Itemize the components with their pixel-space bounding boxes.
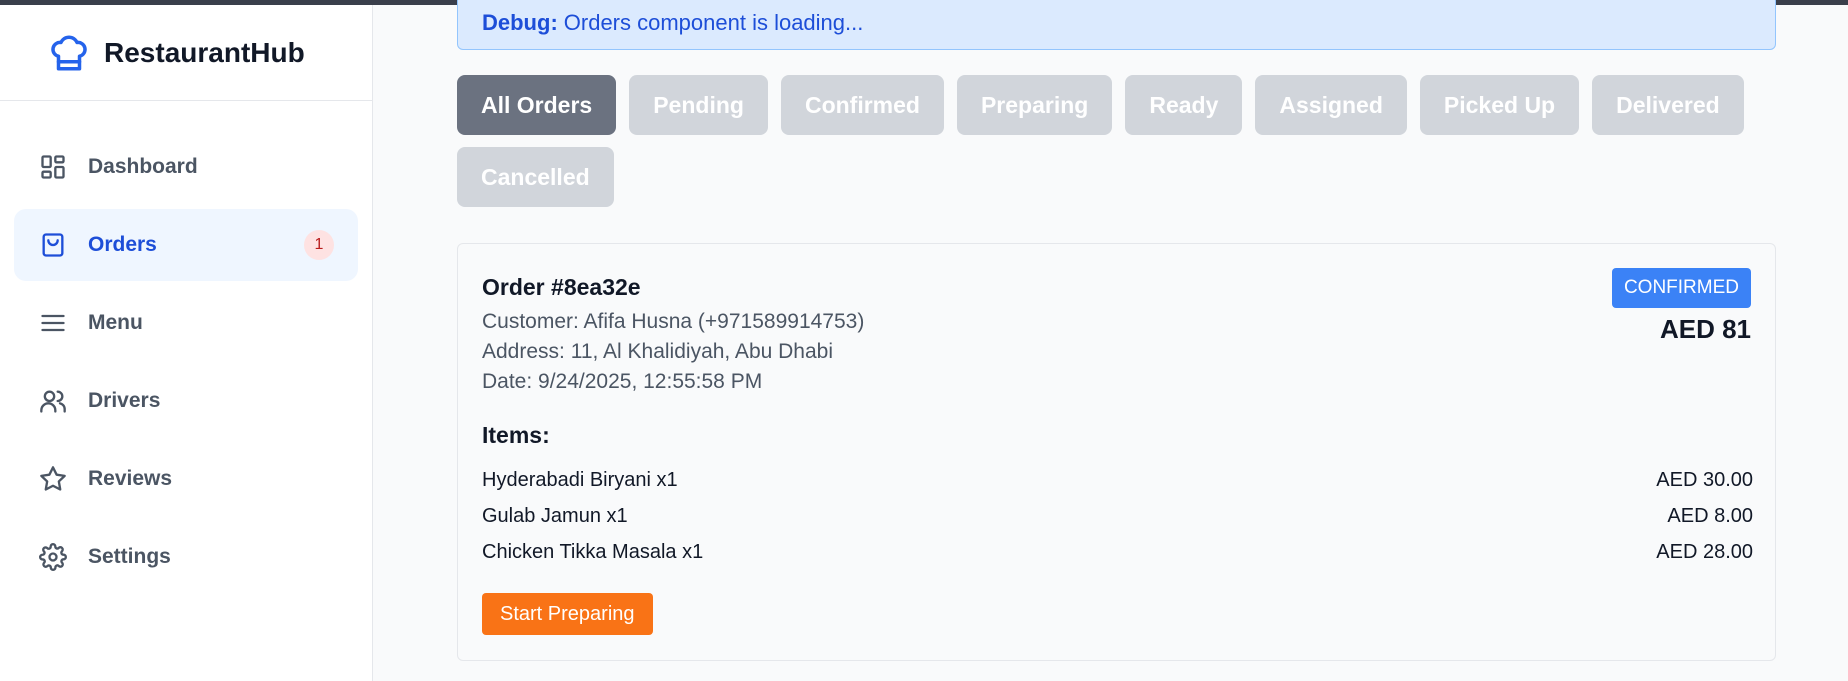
sidebar-item-label: Reviews [88,467,173,490]
sidebar-item-label: Settings [88,545,171,568]
order-total: AED 81 [1659,314,1751,344]
sidebar-item-dashboard[interactable]: Dashboard [14,131,358,203]
status-badge: CONFIRMED [1611,268,1751,308]
item-price: AED 30.00 [1656,469,1753,491]
shopping-bag-icon [38,230,68,260]
start-preparing-button[interactable]: Start Preparing [482,593,653,635]
orders-count-badge: 1 [304,230,334,260]
sidebar-item-drivers[interactable]: Drivers [14,365,358,437]
item-price: AED 28.00 [1656,541,1753,563]
order-date: Date: 9/24/2025, 12:55:58 PM [482,370,763,393]
order-address: Address: 11, Al Khalidiyah, Abu Dhabi [482,340,834,363]
filter-preparing[interactable]: Preparing [956,75,1113,135]
filter-cancelled[interactable]: Cancelled [457,147,614,207]
dashboard-icon [38,152,68,182]
users-icon [38,386,68,416]
order-status-filters: All Orders Pending Confirmed Preparing Ready… [457,75,1787,219]
list-item: Chicken Tikka Masala x1 AED 28.00 [482,541,1753,564]
item-name: Gulab Jamun x1 [482,505,628,527]
filter-confirmed[interactable]: Confirmed [780,75,944,135]
main-content: Debug: Orders component is loading... Al… [373,0,1848,681]
sidebar-item-label: Orders [88,233,157,256]
list-item: Hyderabadi Biryani x1 AED 30.00 [482,469,1753,492]
brand-name: RestaurantHub [104,36,305,68]
item-name: Hyderabadi Biryani x1 [482,469,678,491]
sidebar-item-label: Dashboard [88,155,198,178]
filter-delivered[interactable]: Delivered [1592,75,1744,135]
star-icon [38,464,68,494]
order-title: Order #8ea32e [482,274,641,300]
menu-icon [38,308,68,338]
debug-banner: Debug: Orders component is loading... [457,0,1776,50]
filter-assigned[interactable]: Assigned [1255,75,1407,135]
gear-icon [38,542,68,572]
sidebar-item-menu[interactable]: Menu [14,287,358,359]
order-card: Order #8ea32e Customer: Afifa Husna (+97… [457,243,1776,661]
brand: RestaurantHub [0,5,372,101]
chef-hat-icon [48,32,90,74]
sidebar-nav: Dashboard Orders 1 Menu Drivers Reviews … [0,101,372,593]
sidebar-item-reviews[interactable]: Reviews [14,443,358,515]
filter-picked-up[interactable]: Picked Up [1419,75,1580,135]
sidebar-item-label: Drivers [88,389,161,412]
debug-message: Orders component is loading... [563,9,864,35]
sidebar-item-orders[interactable]: Orders 1 [14,209,358,281]
order-customer: Customer: Afifa Husna (+971589914753) [482,310,865,333]
item-price: AED 8.00 [1667,505,1753,527]
debug-prefix: Debug: [482,9,558,35]
filter-all-orders[interactable]: All Orders [457,75,617,135]
items-heading: Items: [482,422,550,448]
sidebar: RestaurantHub Dashboard Orders 1 Menu Dr… [0,5,373,681]
sidebar-item-label: Menu [88,311,143,334]
filter-ready[interactable]: Ready [1125,75,1243,135]
list-item: Gulab Jamun x1 AED 8.00 [482,505,1753,528]
item-name: Chicken Tikka Masala x1 [482,541,704,563]
sidebar-item-settings[interactable]: Settings [14,521,358,593]
filter-pending[interactable]: Pending [629,75,768,135]
